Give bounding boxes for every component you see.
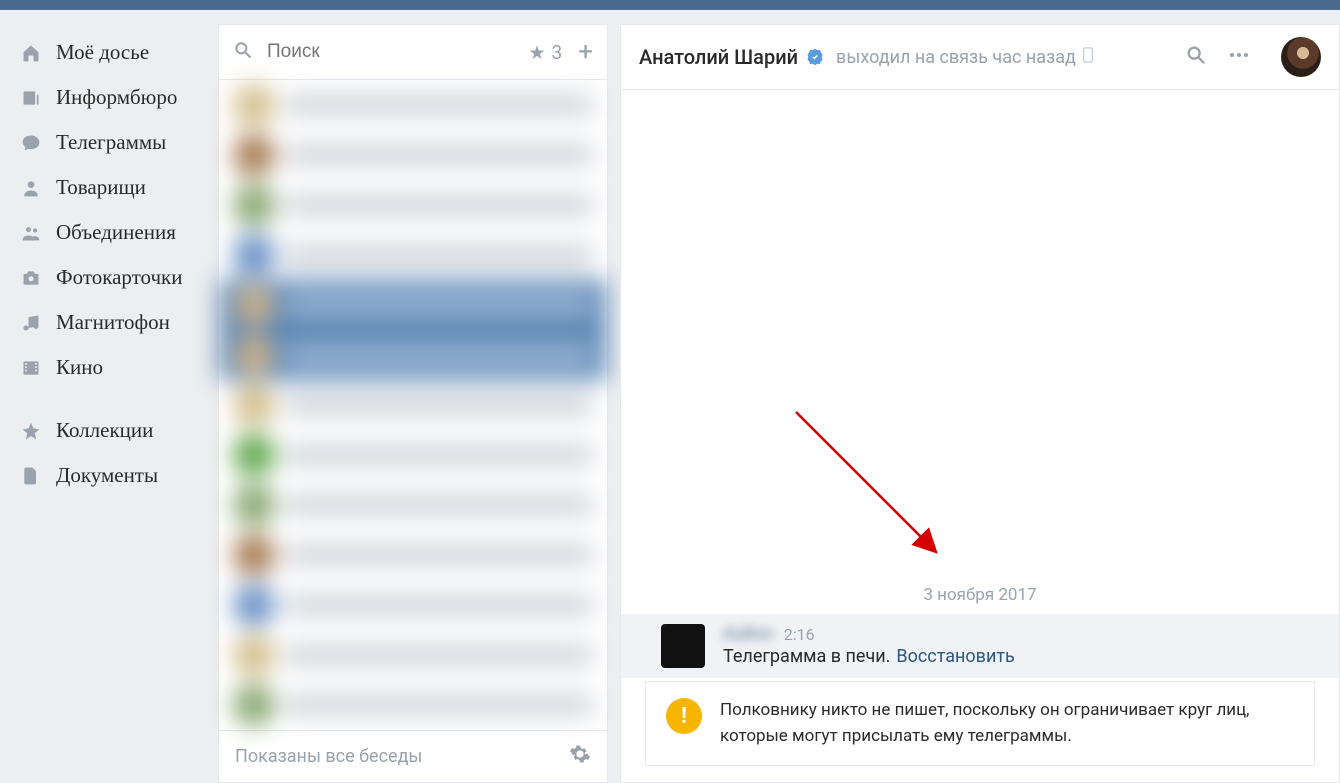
sidebar-item-news[interactable]: Информбюро bbox=[8, 75, 210, 120]
sidebar-item-profile[interactable]: Моё досье bbox=[8, 30, 210, 75]
restore-link[interactable]: Восстановить bbox=[896, 646, 1014, 667]
dialogs-settings-button[interactable] bbox=[569, 743, 591, 770]
star-icon bbox=[20, 420, 42, 442]
sidebar-item-label: Товарищи bbox=[56, 175, 146, 200]
dialogs-header: ★ 3 + bbox=[219, 25, 607, 80]
camera-icon bbox=[20, 267, 42, 289]
sidebar-item-messages[interactable]: Телеграммы bbox=[8, 120, 210, 165]
verified-icon bbox=[806, 48, 824, 66]
restriction-notice: ! Полковнику никто не пишет, поскольку о… bbox=[645, 681, 1315, 766]
dialogs-panel: ★ 3 + Показаны все беседы bbox=[218, 24, 608, 783]
sidebar-item-label: Коллекции bbox=[56, 418, 153, 443]
chat-title[interactable]: Анатолий Шарий bbox=[639, 45, 798, 69]
chat-body: 3 ноября 2017 Author 2:16 Телеграмма в п… bbox=[621, 90, 1339, 782]
group-icon bbox=[20, 222, 42, 244]
sidebar-item-label: Магнитофон bbox=[56, 310, 170, 335]
sidebar-item-groups[interactable]: Объединения bbox=[8, 210, 210, 255]
message-date-label: 3 ноября 2017 bbox=[923, 585, 1036, 605]
sidebar-item-label: Кино bbox=[56, 355, 103, 380]
chat-peer-avatar[interactable] bbox=[1281, 37, 1321, 77]
sidebar-item-label: Документы bbox=[56, 463, 158, 488]
star-icon: ★ bbox=[529, 41, 546, 64]
sidebar-item-label: Фотокарточки bbox=[56, 265, 183, 290]
sidebar-item-label: Информбюро bbox=[56, 85, 177, 110]
sidebar-separator bbox=[8, 390, 210, 408]
chat-header-actions bbox=[1185, 37, 1321, 77]
sidebar-item-label: Моё досье bbox=[56, 40, 149, 65]
sidebar-item-music[interactable]: Магнитофон bbox=[8, 300, 210, 345]
film-icon bbox=[20, 357, 42, 379]
chat-status: выходил на связь час назад bbox=[836, 47, 1076, 68]
sidebar-item-photos[interactable]: Фотокарточки bbox=[8, 255, 210, 300]
sidebar-item-friends[interactable]: Товарищи bbox=[8, 165, 210, 210]
sidebar-item-bookmarks[interactable]: Коллекции bbox=[8, 408, 210, 453]
news-icon bbox=[20, 87, 42, 109]
restriction-text: Полковнику никто не пишет, поскольку он … bbox=[720, 698, 1294, 749]
doc-icon bbox=[20, 465, 42, 487]
message-body: Телеграмма в печи. bbox=[723, 646, 890, 667]
new-dialog-button[interactable]: + bbox=[578, 37, 593, 67]
top-header-bar bbox=[0, 0, 1340, 10]
sidebar-item-label: Объединения bbox=[56, 220, 176, 245]
message-author[interactable]: Author bbox=[723, 624, 774, 644]
message-meta: Author 2:16 bbox=[723, 624, 1015, 644]
chat-search-button[interactable] bbox=[1185, 44, 1207, 70]
sidebar-item-documents[interactable]: Документы bbox=[8, 453, 210, 498]
sidebar-item-label: Телеграммы bbox=[56, 130, 166, 155]
music-icon bbox=[20, 312, 42, 334]
search-input[interactable] bbox=[267, 41, 529, 63]
user-icon bbox=[20, 177, 42, 199]
message-content: Author 2:16 Телеграмма в печи. Восстанов… bbox=[723, 624, 1015, 668]
message-row: Author 2:16 Телеграмма в печи. Восстанов… bbox=[621, 614, 1339, 678]
starred-filter[interactable]: ★ 3 bbox=[529, 41, 563, 64]
chat-panel: Анатолий Шарий выходил на связь час наза… bbox=[620, 24, 1340, 783]
left-sidebar: Моё досье Информбюро Телеграммы Товарищи… bbox=[0, 10, 210, 783]
message-text: Телеграмма в печи. Восстановить bbox=[723, 646, 1015, 667]
chat-header: Анатолий Шарий выходил на связь час наза… bbox=[621, 25, 1339, 90]
dialogs-footer-text: Показаны все беседы bbox=[235, 746, 422, 767]
warning-icon: ! bbox=[666, 698, 702, 734]
message-avatar[interactable] bbox=[661, 624, 705, 668]
starred-count: 3 bbox=[552, 41, 563, 64]
dialogs-footer: Показаны все беседы bbox=[219, 730, 607, 782]
sidebar-item-video[interactable]: Кино bbox=[8, 345, 210, 390]
mobile-icon bbox=[1082, 47, 1094, 67]
message-icon bbox=[20, 132, 42, 154]
message-time: 2:16 bbox=[784, 625, 815, 644]
main-layout: Моё досье Информбюро Телеграммы Товарищи… bbox=[0, 10, 1340, 783]
search-icon bbox=[233, 40, 253, 64]
home-icon bbox=[20, 42, 42, 64]
chat-more-button[interactable] bbox=[1227, 43, 1251, 71]
dialogs-list[interactable] bbox=[219, 80, 607, 730]
